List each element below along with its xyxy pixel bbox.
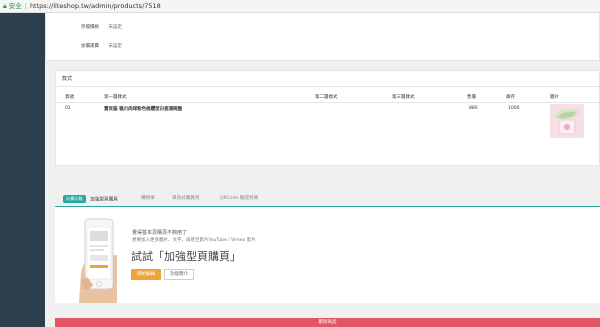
delete-product-button[interactable]: 刪除商品 xyxy=(55,318,600,327)
header-variant1: 第一層樣式 xyxy=(104,95,127,100)
field-value: 未設定 xyxy=(108,25,122,30)
lock-icon: 🔒︎ xyxy=(3,1,7,10)
spec-title: 款式 xyxy=(62,76,73,82)
phone-in-hand-illustration xyxy=(79,218,117,303)
field-row-shipping: 加價運費 未設定 xyxy=(81,43,122,49)
browser-address-bar[interactable]: 🔒︎ 安全 | https://liteshop.tw/admin/produc… xyxy=(0,0,600,13)
promo-panel: 覺得基本頁購頁不夠用了 想要加入更多圖片、文字，再甚至影片YouTube / V… xyxy=(55,207,600,303)
cell-sku: 01 xyxy=(65,106,71,111)
page-type-tabs: 計費功能 加強型頁購頁 購物車 單頁式購買頁 QRCode 驗證頁碼 xyxy=(55,193,600,207)
cell-variant1: 寶貝猫 貓爪肉球粉色桃樱型白瓷湯碗盤 xyxy=(104,107,183,112)
field-row-price: 存檔價格 未設定 xyxy=(81,24,122,30)
tab-single-page[interactable]: 單頁式購買頁 xyxy=(172,195,200,201)
feature-intro-button[interactable]: 功能簡介 xyxy=(164,269,194,280)
promo-line1: 覺得基本頁購頁不夠用了 xyxy=(132,230,188,236)
billing-badge: 計費功能 xyxy=(63,195,86,203)
separator: | xyxy=(24,1,27,10)
product-thumbnail[interactable] xyxy=(550,104,584,138)
start-edit-button[interactable]: 開始編輯 xyxy=(131,269,161,280)
header-price: 售價 xyxy=(467,95,476,100)
field-label: 加價運費 xyxy=(81,44,99,49)
field-value: 未設定 xyxy=(108,44,122,49)
divider xyxy=(56,86,599,87)
tab-enhanced-page[interactable]: 計費功能 加強型頁購頁 xyxy=(63,195,118,203)
field-label: 存檔價格 xyxy=(81,25,99,30)
cell-price: 880 xyxy=(469,106,478,111)
secure-label: 安全 xyxy=(8,1,22,10)
sidebar xyxy=(0,13,45,327)
promo-line2: 想要加入更多圖片、文字，再甚至影片YouTube / Vimeo 影片 xyxy=(132,238,256,243)
tab-cart[interactable]: 購物車 xyxy=(141,195,155,201)
header-variant3: 第三層樣式 xyxy=(392,95,415,100)
header-stock: 庫存 xyxy=(506,95,515,100)
spec-card: 款式 貨號 第一層樣式 第二層樣式 第三層樣式 售價 庫存 圖片 01 寶貝猫 … xyxy=(55,70,600,166)
tab-qrcode[interactable]: QRCode 驗證頁碼 xyxy=(220,195,258,201)
url-text[interactable]: https://liteshop.tw/admin/products/7518 xyxy=(30,0,161,13)
header-sku: 貨號 xyxy=(65,95,74,100)
cell-stock: 1000 xyxy=(508,106,520,111)
divider xyxy=(56,102,599,103)
product-settings-card: 存檔價格 未設定 加價運費 未設定 xyxy=(45,13,600,61)
tab-label: 加強型頁購頁 xyxy=(90,197,118,203)
promo-headline: 試試「加強型頁購頁」 xyxy=(131,250,241,263)
product-image xyxy=(550,104,584,138)
header-variant2: 第二層樣式 xyxy=(315,95,338,100)
header-image: 圖片 xyxy=(550,95,559,100)
